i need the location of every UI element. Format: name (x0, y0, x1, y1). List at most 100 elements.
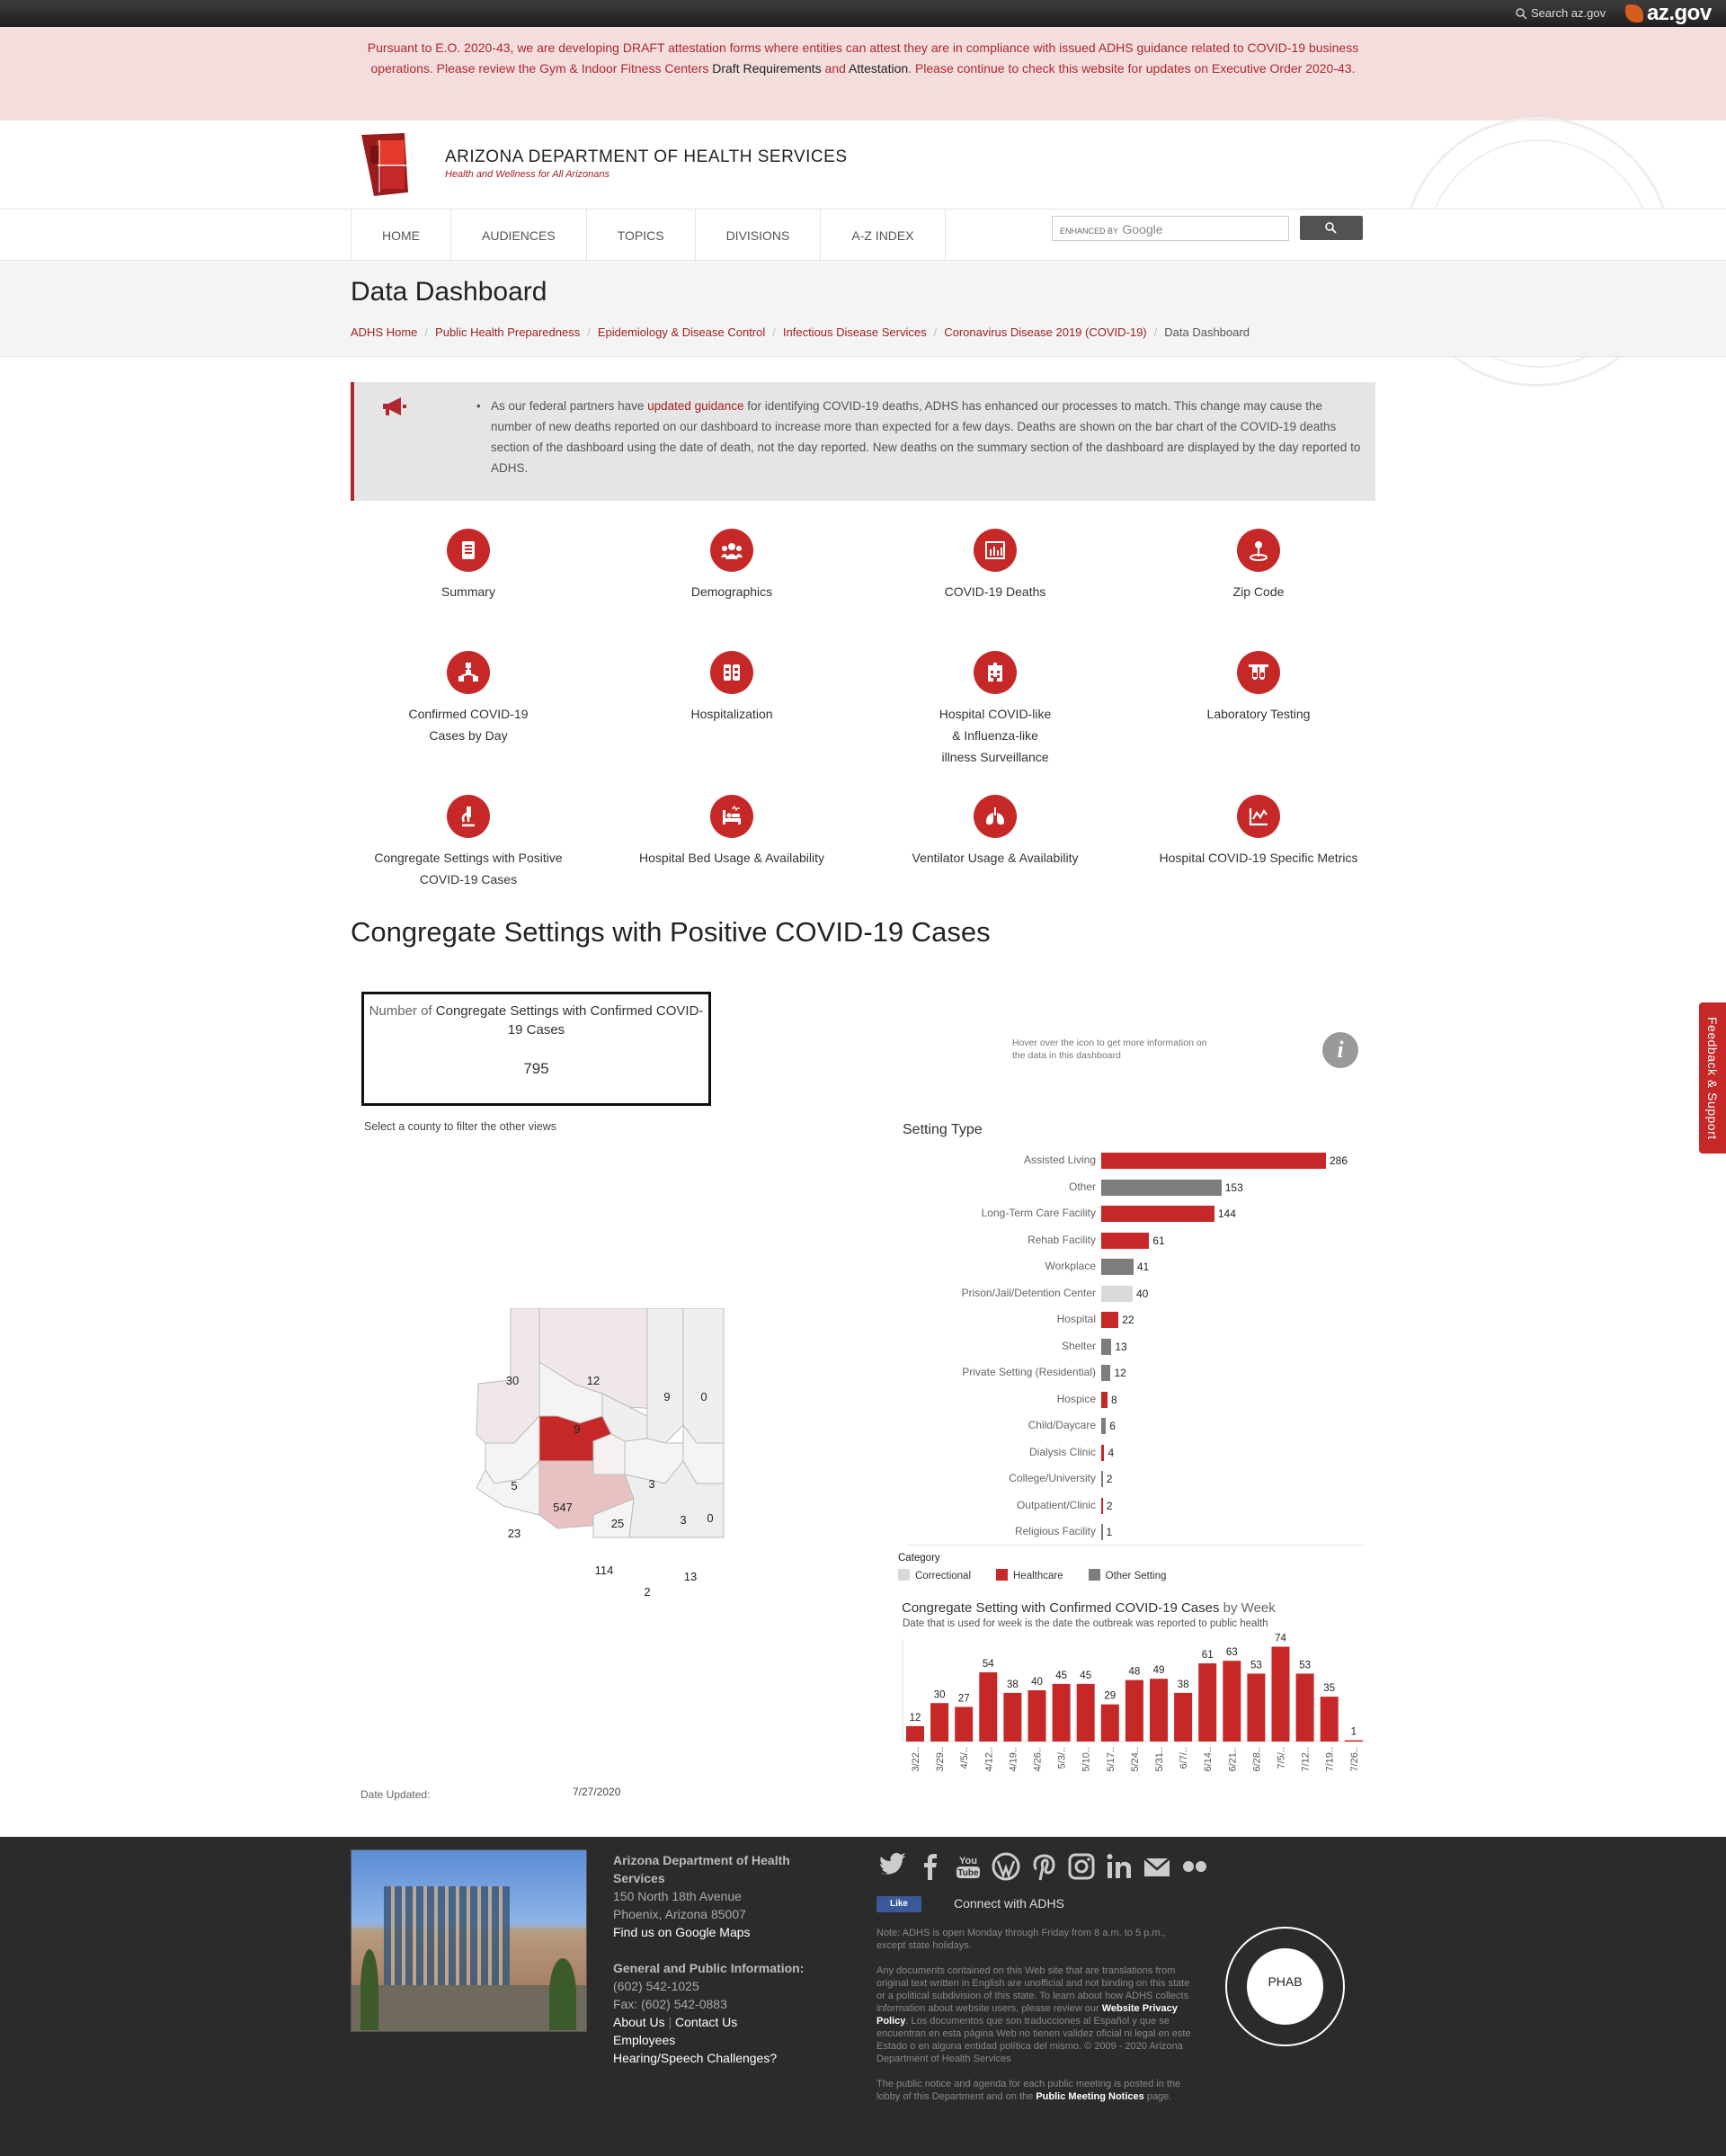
email-icon[interactable] (1142, 1851, 1172, 1882)
breadcrumb-covid-19[interactable]: Coronavirus Disease 2019 (COVID-19) (944, 325, 1146, 339)
flickr-icon[interactable] (1179, 1851, 1210, 1882)
tile-ventilator-usage[interactable]: Ventilator Usage & Availability (865, 795, 1125, 869)
legend-correctional[interactable]: Correctional (898, 1569, 971, 1581)
notice-pre: As our federal partners have (491, 399, 648, 413)
attestation-link[interactable]: Attestation (849, 61, 908, 76)
setting-type-bar[interactable] (1101, 1418, 1107, 1434)
breadcrumb-separator: / (772, 325, 776, 339)
google-maps-link[interactable]: Find us on Google Maps (613, 1923, 829, 1941)
weekly-bar[interactable] (1100, 1704, 1119, 1742)
phab-accreditation-seal[interactable]: PHAB (1225, 1927, 1345, 2046)
setting-type-bar[interactable] (1101, 1338, 1112, 1355)
facebook-like-button[interactable]: Like (876, 1896, 921, 1912)
linkedin-icon[interactable] (1104, 1851, 1134, 1882)
weekly-bar[interactable] (955, 1706, 974, 1742)
setting-type-bar[interactable] (1101, 1365, 1111, 1381)
breadcrumb-epidemiology[interactable]: Epidemiology & Disease Control (598, 325, 765, 339)
weekly-bar[interactable] (930, 1703, 949, 1742)
contact-us-link[interactable]: Contact Us (675, 2015, 737, 2029)
nav-divisions[interactable]: DIVISIONS (696, 209, 822, 262)
wordpress-icon[interactable] (991, 1851, 1021, 1882)
setting-type-value: 2 (1106, 1473, 1113, 1485)
tile-hospitalization[interactable]: Hospitalization (601, 651, 862, 725)
brand[interactable]: ARIZONA DEPARTMENT OF HEALTH SERVICES He… (445, 147, 848, 180)
county-apache[interactable] (682, 1308, 725, 1444)
map-label: 9 (663, 1390, 670, 1403)
setting-type-bar[interactable] (1101, 1285, 1133, 1302)
breadcrumb-preparedness[interactable]: Public Health Preparedness (435, 325, 580, 339)
employees-link[interactable]: Employees (613, 2031, 829, 2049)
legend-other-setting[interactable]: Other Setting (1088, 1569, 1166, 1581)
site-search-input[interactable]: ENHANCED BY Google (1052, 216, 1289, 241)
weekly-bar[interactable] (1028, 1690, 1046, 1742)
weekly-bar[interactable] (1223, 1661, 1241, 1742)
map-label: 0 (700, 1390, 707, 1403)
weekly-bar[interactable] (1320, 1697, 1339, 1742)
tile-cases-by-day[interactable]: Confirmed COVID-19 Cases by Day (338, 651, 599, 746)
arizona-county-map[interactable]: 30 12 9 0 9 5 547 3 25 3 0 23 114 2 13 (467, 1308, 737, 1614)
nav-audiences[interactable]: AUDIENCES (451, 209, 587, 262)
tile-hospital-covid-metrics[interactable]: Hospital COVID-19 Specific Metrics (1128, 795, 1389, 869)
public-meeting-notices-link[interactable]: Public Meeting Notices (1036, 2091, 1143, 2102)
setting-type-bar[interactable] (1101, 1179, 1222, 1196)
breadcrumb-infectious-disease[interactable]: Infectious Disease Services (783, 325, 927, 339)
tile-label: Hospitalization (690, 707, 773, 721)
about-us-link[interactable]: About Us (613, 2015, 665, 2029)
weekly-bar[interactable] (1052, 1683, 1071, 1742)
section-title: Congregate Settings with Positive COVID-… (351, 916, 991, 948)
search-button[interactable] (1300, 216, 1363, 240)
setting-type-bar[interactable] (1101, 1497, 1103, 1514)
weekly-bar[interactable] (1076, 1683, 1095, 1742)
setting-type-bar[interactable] (1101, 1391, 1108, 1408)
tile-zip-code[interactable]: Zip Code (1128, 529, 1389, 602)
tile-congregate-settings[interactable]: Congregate Settings with Positive COVID-… (338, 795, 599, 890)
legend-healthcare[interactable]: Healthcare (996, 1569, 1063, 1581)
facebook-icon[interactable] (915, 1851, 946, 1882)
updated-guidance-link[interactable]: updated guidance (647, 399, 743, 413)
tile-laboratory-testing[interactable]: Laboratory Testing (1128, 651, 1389, 725)
nav-a-z-index[interactable]: A-Z INDEX (821, 209, 946, 262)
draft-requirements-link[interactable]: Draft Requirements (712, 61, 821, 76)
county-pinal[interactable] (592, 1433, 626, 1475)
county-navajo[interactable] (646, 1308, 684, 1444)
weekly-value-label: 40 (1031, 1677, 1043, 1688)
weekly-bar[interactable] (979, 1672, 998, 1742)
tile-hospital-bed-usage[interactable]: Hospital Bed Usage & Availability (601, 795, 862, 869)
tile-ili-surveillance[interactable]: Hospital COVID-like & Influenza-like ill… (865, 651, 1125, 768)
weekly-bar[interactable] (1150, 1679, 1168, 1742)
weekly-bar[interactable] (1344, 1740, 1363, 1742)
setting-type-bar[interactable] (1101, 1444, 1105, 1461)
tile-demographics[interactable]: Demographics (601, 529, 862, 602)
pinterest-icon[interactable] (1028, 1851, 1059, 1882)
weekly-bar[interactable] (1174, 1692, 1193, 1742)
feedback-support-tab[interactable]: Feedback & Support (1699, 1002, 1726, 1154)
instagram-icon[interactable] (1066, 1851, 1097, 1882)
info-icon[interactable]: i (1322, 1032, 1358, 1068)
tile-covid-deaths[interactable]: COVID-19 Deaths (865, 529, 1125, 602)
breadcrumb-adhs-home[interactable]: ADHS Home (351, 325, 417, 339)
nav-home[interactable]: HOME (351, 209, 451, 262)
lungs-icon (974, 795, 1017, 838)
az-gov-logo[interactable]: az.gov (1625, 1, 1712, 26)
setting-type-bar[interactable] (1101, 1206, 1214, 1222)
weekly-bar[interactable] (1295, 1673, 1314, 1742)
setting-type-bar[interactable] (1101, 1312, 1119, 1328)
weekly-bar[interactable] (1125, 1679, 1143, 1742)
setting-type-bar[interactable] (1101, 1259, 1134, 1275)
nav-topics[interactable]: TOPICS (587, 209, 696, 262)
setting-type-bar[interactable] (1101, 1153, 1326, 1169)
weekly-bar[interactable] (1247, 1673, 1266, 1742)
weekly-bar[interactable] (1198, 1663, 1217, 1742)
tile-summary[interactable]: Summary (338, 529, 599, 602)
youtube-icon[interactable]: You Tube (953, 1851, 983, 1882)
weekly-bar[interactable] (906, 1725, 924, 1742)
search-az-gov-link[interactable]: Search az.gov (1516, 6, 1606, 20)
setting-type-bar[interactable] (1101, 1232, 1150, 1249)
weekly-bar[interactable] (1003, 1692, 1022, 1742)
twitter-icon[interactable] (877, 1851, 908, 1882)
setting-type-bar[interactable] (1101, 1471, 1103, 1487)
adhs-logo-icon[interactable] (361, 133, 415, 196)
setting-type-bar[interactable] (1101, 1524, 1103, 1540)
hearing-link[interactable]: Hearing/Speech Challenges? (613, 2049, 829, 2067)
weekly-bar[interactable] (1271, 1646, 1290, 1742)
